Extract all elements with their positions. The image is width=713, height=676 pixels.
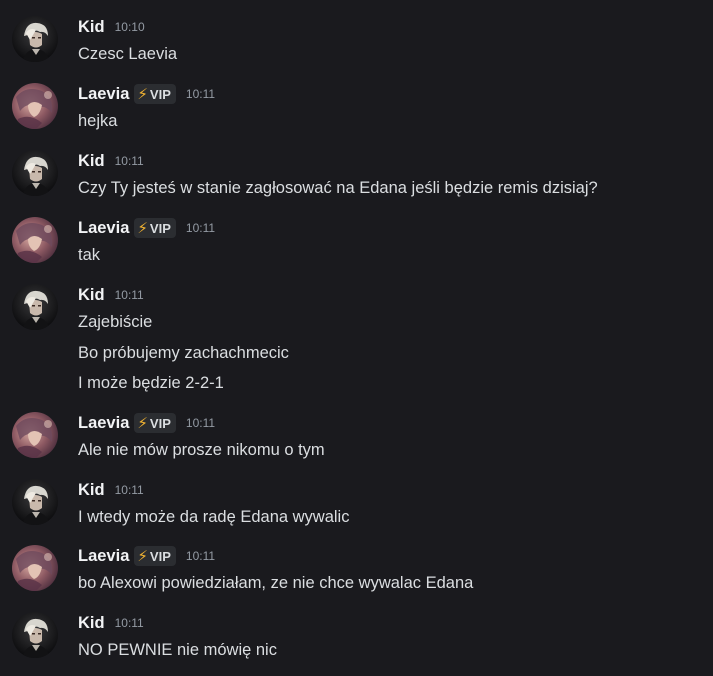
username[interactable]: Laevia — [78, 85, 129, 104]
laevia-avatar[interactable] — [12, 217, 58, 263]
kid-avatar[interactable] — [12, 150, 58, 196]
message-text: Czy Ty jesteś w stanie zagłosować na Eda… — [78, 179, 598, 197]
kid-avatar[interactable] — [12, 284, 58, 330]
message-header: Kid 10:11 — [78, 612, 144, 634]
message-text: I może będzie 2-2-1 — [78, 374, 224, 392]
username[interactable]: Laevia — [78, 547, 129, 566]
message-text: Ale nie mów prosze nikomu o tym — [78, 441, 325, 459]
vip-badge-label: VIP — [149, 220, 171, 236]
message-text: Bo próbujemy zachachmecic — [78, 343, 289, 362]
message-header: Laevia ⚡ VIP 10:11 — [78, 412, 215, 434]
lightning-bolt-icon: ⚡ — [137, 86, 148, 103]
message-text: tak — [78, 246, 101, 264]
timestamp: 10:11 — [185, 549, 216, 563]
vip-badge-label: VIP — [149, 86, 171, 102]
message-header: Kid 10:11 — [78, 150, 144, 172]
vip-badge: ⚡ VIP — [134, 84, 176, 104]
username[interactable]: Laevia — [78, 219, 129, 238]
timestamp: 10:11 — [185, 221, 216, 235]
laevia-avatar[interactable] — [12, 545, 58, 591]
timestamp: 10:11 — [114, 154, 144, 168]
username[interactable]: Kid — [78, 152, 105, 171]
lightning-bolt-icon: ⚡ — [137, 548, 148, 565]
kid-avatar[interactable] — [12, 16, 58, 62]
vip-badge-label: VIP — [149, 415, 171, 431]
username[interactable]: Kid — [78, 286, 105, 305]
kid-avatar[interactable] — [12, 612, 58, 658]
message-text: NO PEWNIE nie mówię nic — [78, 641, 277, 659]
username[interactable]: Kid — [78, 481, 105, 500]
username[interactable]: Laevia — [78, 414, 129, 433]
message-header: Kid 10:10 — [78, 16, 145, 38]
laevia-avatar[interactable] — [12, 412, 58, 458]
username[interactable]: Kid — [78, 614, 105, 633]
kid-avatar[interactable] — [12, 479, 58, 525]
message-text: I wtedy może da radę Edana wywalic — [78, 508, 350, 526]
username[interactable]: Kid — [78, 18, 105, 37]
message-header: Laevia ⚡ VIP 10:11 — [78, 217, 215, 239]
vip-badge: ⚡ VIP — [134, 218, 176, 238]
message-header: Laevia ⚡ VIP 10:11 — [78, 83, 215, 105]
message-text: hejka — [78, 112, 118, 130]
message-text: bo Alexowi powiedziałam, ze nie chce wyw… — [78, 574, 474, 592]
message-header: Kid 10:11 — [78, 284, 144, 306]
timestamp: 10:11 — [185, 416, 216, 430]
message-text: Zajebiście — [78, 313, 153, 331]
lightning-bolt-icon: ⚡ — [137, 220, 148, 237]
laevia-avatar[interactable] — [12, 83, 58, 129]
vip-badge: ⚡ VIP — [134, 546, 176, 566]
message-header: Kid 10:11 — [78, 479, 144, 501]
vip-badge: ⚡ VIP — [134, 413, 176, 433]
timestamp: 10:10 — [114, 20, 145, 34]
lightning-bolt-icon: ⚡ — [137, 415, 148, 432]
timestamp: 10:11 — [114, 288, 144, 302]
timestamp: 10:11 — [114, 483, 144, 497]
message-text: Czesc Laevia — [78, 45, 178, 63]
timestamp: 10:11 — [114, 616, 144, 630]
message-header: Laevia ⚡ VIP 10:11 — [78, 545, 215, 567]
vip-badge-label: VIP — [149, 548, 171, 564]
timestamp: 10:11 — [185, 87, 216, 101]
